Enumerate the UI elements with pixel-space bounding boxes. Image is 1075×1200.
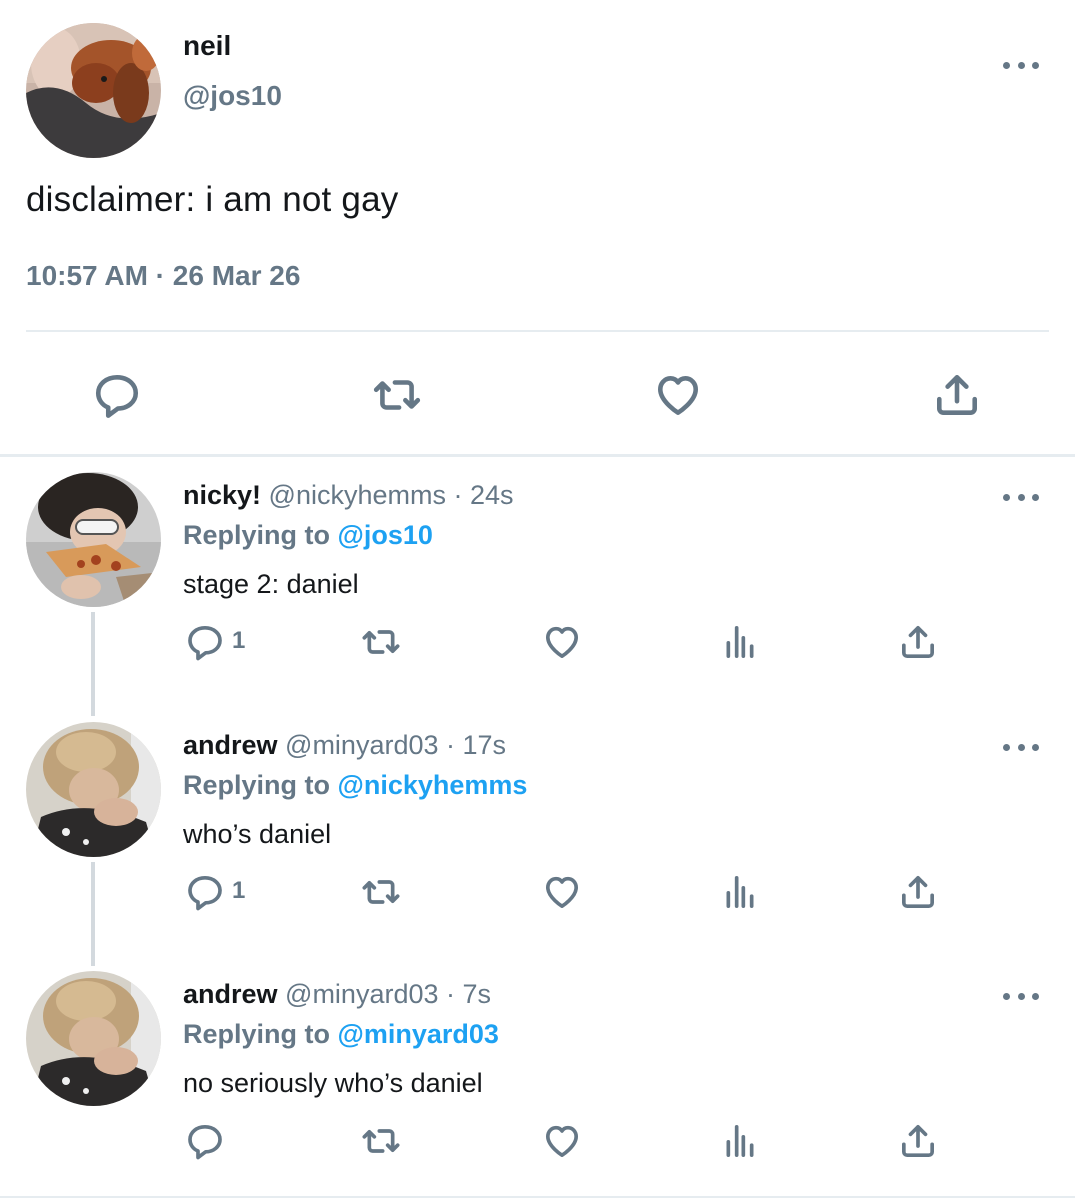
more-options-icon[interactable] xyxy=(1003,740,1039,754)
like-icon[interactable] xyxy=(542,1121,582,1161)
tweet-text: stage 2: daniel xyxy=(183,569,359,599)
share-icon[interactable] xyxy=(932,370,982,420)
handle-and-time: @minyard03 · 7s xyxy=(277,979,492,1009)
reply-count: 1 xyxy=(232,877,246,904)
display-name[interactable]: neil xyxy=(183,30,231,62)
reply-tweet[interactable]: nicky! @nickyhemms · 24s Replying to @jo… xyxy=(0,472,1075,722)
replying-to: Replying to @minyard03 xyxy=(183,1019,499,1050)
main-tweet: neil @jos10 disclaimer: i am not gay 10:… xyxy=(0,0,1075,452)
replying-label: Replying to xyxy=(183,1019,338,1049)
retweet-icon[interactable] xyxy=(361,622,401,662)
tweet-text: who’s daniel xyxy=(183,819,332,849)
replying-label: Replying to xyxy=(183,520,338,550)
reply-header: andrew @minyard03 · 17s xyxy=(183,730,506,761)
tweet-text: disclaimer: i am not gay xyxy=(26,180,399,219)
mention-link[interactable]: @nickyhemms xyxy=(338,770,528,800)
section-divider xyxy=(0,454,1075,457)
like-icon[interactable] xyxy=(542,872,582,912)
more-options-icon[interactable] xyxy=(1003,989,1039,1003)
replying-to: Replying to @jos10 xyxy=(183,520,433,551)
tweet-timestamp: 10:57 AM · 26 Mar 26 xyxy=(26,260,301,291)
mention-link[interactable]: @minyard03 xyxy=(338,1019,499,1049)
avatar[interactable] xyxy=(26,722,161,857)
share-icon[interactable] xyxy=(898,1121,938,1161)
avatar-image xyxy=(26,23,161,158)
handle-and-time: @minyard03 · 17s xyxy=(277,730,507,760)
avatar-image xyxy=(26,472,161,607)
retweet-icon[interactable] xyxy=(361,872,401,912)
reply-count: 1 xyxy=(232,627,246,654)
reply-header: nicky! @nickyhemms · 24s xyxy=(183,480,514,511)
mention-link[interactable]: @jos10 xyxy=(338,520,433,550)
reply-icon[interactable] xyxy=(185,1121,225,1161)
analytics-icon[interactable] xyxy=(720,872,760,912)
avatar[interactable] xyxy=(26,472,161,607)
replying-to: Replying to @nickyhemms xyxy=(183,770,527,801)
analytics-icon[interactable] xyxy=(720,1121,760,1161)
like-icon[interactable] xyxy=(653,370,703,420)
reply-tweet[interactable]: andrew @minyard03 · 17s Replying to @nic… xyxy=(0,722,1075,972)
analytics-icon[interactable] xyxy=(720,622,760,662)
share-icon[interactable] xyxy=(898,872,938,912)
display-name[interactable]: andrew xyxy=(183,730,278,760)
more-options-icon[interactable] xyxy=(1003,490,1039,504)
like-icon[interactable] xyxy=(542,622,582,662)
divider xyxy=(0,1196,1075,1198)
reply-icon[interactable] xyxy=(92,370,142,420)
avatar[interactable] xyxy=(26,23,161,158)
retweet-icon[interactable] xyxy=(372,370,422,420)
handle-and-time: @nickyhemms · 24s xyxy=(261,480,514,510)
divider xyxy=(26,330,1049,332)
reply-icon[interactable] xyxy=(185,622,225,662)
user-handle[interactable]: @jos10 xyxy=(183,80,282,112)
avatar-image xyxy=(26,722,161,857)
display-name[interactable]: nicky! xyxy=(183,480,261,510)
replying-label: Replying to xyxy=(183,770,338,800)
more-options-icon[interactable] xyxy=(1003,58,1039,72)
retweet-icon[interactable] xyxy=(361,1121,401,1161)
reply-tweet[interactable]: andrew @minyard03 · 7s Replying to @miny… xyxy=(0,971,1075,1200)
avatar-image xyxy=(26,971,161,1106)
display-name[interactable]: andrew xyxy=(183,979,278,1009)
avatar[interactable] xyxy=(26,971,161,1106)
reply-icon[interactable] xyxy=(185,872,225,912)
tweet-text: no seriously who’s daniel xyxy=(183,1068,483,1098)
share-icon[interactable] xyxy=(898,622,938,662)
reply-header: andrew @minyard03 · 7s xyxy=(183,979,491,1010)
